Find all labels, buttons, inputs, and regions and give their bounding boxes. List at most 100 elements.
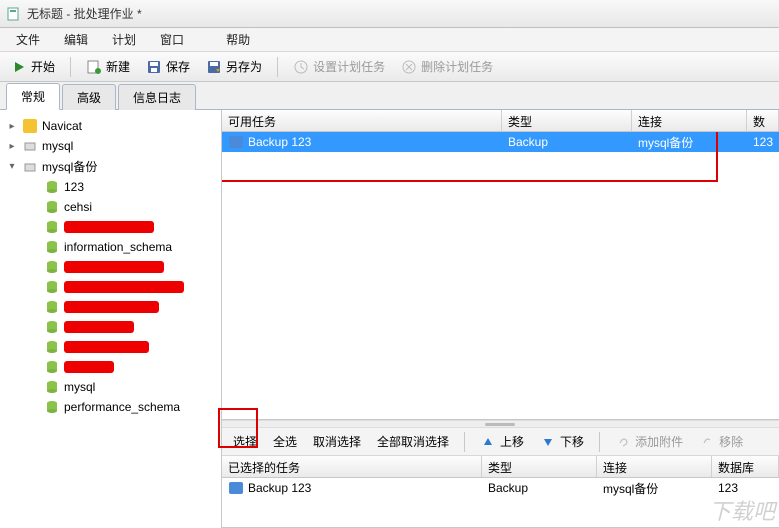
menu-window[interactable]: 窗口 [150,29,194,50]
expander-icon[interactable]: ▸ [6,140,18,152]
move-up-button[interactable]: 上移 [473,430,531,453]
col-task[interactable]: 已选择的任务 [222,456,482,477]
sidebar-tree[interactable]: ▸ Navicat ▸ mysql ▾ mysql备份 123 cehsi [0,110,222,528]
tree-conn-mysql-backup[interactable]: ▾ mysql备份 [0,156,221,177]
database-icon [44,259,60,275]
backup-icon [228,134,244,150]
redacted-label [64,221,154,233]
deselect-all-button[interactable]: 全部取消选择 [370,430,456,453]
available-list-body[interactable]: Backup 123 Backup mysql备份 123 [222,132,779,419]
new-label: 新建 [106,58,130,75]
tab-log[interactable]: 信息日志 [118,84,196,110]
new-button[interactable]: 新建 [79,55,137,78]
connection-icon [22,159,38,175]
toolbar-separator [599,432,600,452]
tree-root-navicat[interactable]: ▸ Navicat [0,116,221,136]
redacted-label [64,281,184,293]
start-button[interactable]: 开始 [4,55,62,78]
select-all-button[interactable]: 全选 [266,430,304,453]
tab-general[interactable]: 常规 [6,83,60,110]
cell-conn: mysql备份 [597,480,712,497]
tree-label: cehsi [64,200,92,214]
main-panel: 可用任务 类型 连接 数据库 Backup 123 Backup mysql备份… [222,110,779,528]
col-db[interactable]: 数据库 [712,456,779,477]
tree-db-redacted[interactable] [0,217,221,237]
tree-label: information_schema [64,240,172,254]
menu-edit[interactable]: 编辑 [54,29,98,50]
toolbar-separator [464,432,465,452]
move-down-button[interactable]: 下移 [533,430,591,453]
database-icon [44,299,60,315]
tree-db-information-schema[interactable]: information_schema [0,237,221,257]
set-plan-button[interactable]: 设置计划任务 [286,55,392,78]
database-icon [44,399,60,415]
menu-file[interactable]: 文件 [6,29,50,50]
menubar: 文件 编辑 计划 窗口 帮助 [0,28,779,52]
redacted-label [64,341,149,353]
cell-type: Backup [482,481,597,495]
col-conn[interactable]: 连接 [597,456,712,477]
tree-db-cehsi[interactable]: cehsi [0,197,221,217]
document-icon [6,6,22,22]
set-plan-label: 设置计划任务 [313,58,385,75]
database-icon [44,339,60,355]
redacted-label [64,301,159,313]
remove-button[interactable]: 移除 [692,430,750,453]
delete-plan-button[interactable]: 删除计划任务 [394,55,500,78]
save-icon [146,59,162,75]
tree-db-redacted[interactable] [0,297,221,317]
tree-db-redacted[interactable] [0,257,221,277]
arrow-up-icon [480,434,496,450]
tabstrip: 常规 高级 信息日志 [0,82,779,110]
toolbar: 开始 新建 保存 另存为 设置计划任务 删除计划任务 [0,52,779,82]
col-type[interactable]: 类型 [482,456,597,477]
table-row[interactable]: Backup 123 Backup mysql备份 123 [222,132,779,152]
menu-help[interactable]: 帮助 [216,29,260,50]
col-task[interactable]: 可用任务 [222,110,502,131]
table-row[interactable]: Backup 123 Backup mysql备份 123 [222,478,779,498]
available-tasks-list: 可用任务 类型 连接 数据库 Backup 123 Backup mysql备份… [222,110,779,420]
database-icon [44,239,60,255]
expander-icon[interactable]: ▸ [6,120,18,132]
selected-list-body[interactable]: Backup 123 Backup mysql备份 123 [222,478,779,527]
toolbar-separator [70,57,71,77]
clock-delete-icon [401,59,417,75]
paperclip-icon [615,434,631,450]
save-as-label: 另存为 [226,58,262,75]
tree-db-mysql[interactable]: mysql [0,377,221,397]
remove-icon [699,434,715,450]
select-button[interactable]: 选择 [226,430,264,453]
database-icon [44,379,60,395]
database-icon [44,219,60,235]
tree-db-redacted[interactable] [0,317,221,337]
delete-plan-label: 删除计划任务 [421,58,493,75]
col-type[interactable]: 类型 [502,110,632,131]
available-list-header: 可用任务 类型 连接 数据库 [222,110,779,132]
database-icon [44,279,60,295]
splitter-grip[interactable] [222,420,779,428]
cell-task: Backup 123 [248,135,311,149]
backup-icon [228,480,244,496]
col-db[interactable]: 数据库 [747,110,779,131]
cell-task: Backup 123 [248,481,311,495]
tree-db-redacted[interactable] [0,357,221,377]
tree-db-123[interactable]: 123 [0,177,221,197]
tree-db-redacted[interactable] [0,337,221,357]
toolbar-separator [277,57,278,77]
window-title: 无标题 - 批处理作业 * [27,5,142,22]
tree-db-performance-schema[interactable]: performance_schema [0,397,221,417]
save-as-button[interactable]: 另存为 [199,55,269,78]
save-button[interactable]: 保存 [139,55,197,78]
add-attachment-button[interactable]: 添加附件 [608,430,690,453]
expander-icon[interactable]: ▾ [6,161,18,173]
selected-tasks-list: 已选择的任务 类型 连接 数据库 Backup 123 Backup mysql… [222,456,779,528]
tree-conn-mysql[interactable]: ▸ mysql [0,136,221,156]
save-label: 保存 [166,58,190,75]
col-conn[interactable]: 连接 [632,110,747,131]
redacted-label [64,321,134,333]
tree-db-redacted[interactable] [0,277,221,297]
tab-advanced[interactable]: 高级 [62,84,116,110]
deselect-button[interactable]: 取消选择 [306,430,368,453]
tree-label: mysql [42,139,73,153]
menu-plan[interactable]: 计划 [102,29,146,50]
